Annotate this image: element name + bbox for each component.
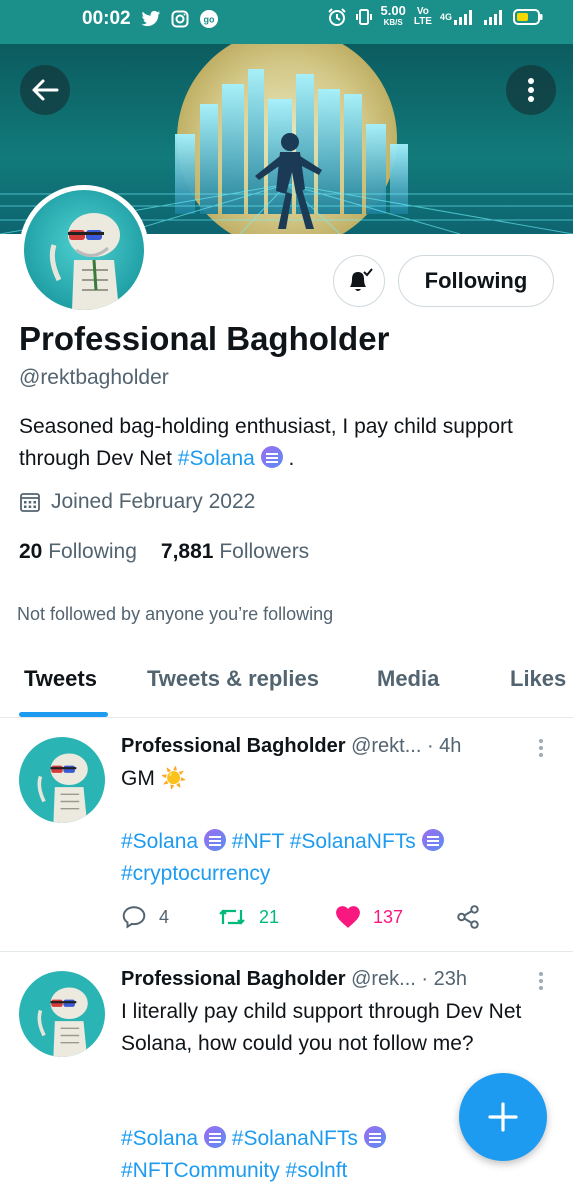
notifications-button[interactable] <box>333 255 385 307</box>
tweet-header: Professional Bagholder @rekt... · 4h <box>121 735 461 758</box>
solana-emoji-icon <box>203 1126 226 1148</box>
signal-4g-icon: 4G <box>440 8 475 26</box>
bio-end: . <box>282 447 295 470</box>
compose-tweet-button[interactable] <box>459 1073 547 1161</box>
tweet-author-handle: @rekt... <box>351 735 422 757</box>
tweet-text: GM ☀️ <box>121 767 187 790</box>
more-options-button[interactable] <box>506 65 556 115</box>
solana-emoji-icon <box>260 446 283 468</box>
back-button[interactable] <box>20 65 70 115</box>
hashtag-link[interactable]: #Solana <box>121 1127 198 1150</box>
bell-check-icon <box>350 268 373 291</box>
followers-stat[interactable]: 7,881 Followers <box>161 540 309 564</box>
share-icon <box>457 905 479 929</box>
more-vertical-icon <box>528 78 534 102</box>
profile-bio: Seasoned bag-holding enthusiast, I pay c… <box>19 411 549 475</box>
tweet-more-button[interactable] <box>535 739 547 757</box>
solana-emoji-icon <box>203 829 226 851</box>
hashtag-link[interactable]: #Solana <box>121 830 198 853</box>
status-left: 00:02 go <box>82 8 219 30</box>
following-label: Following <box>48 540 137 563</box>
arrow-left-icon <box>32 79 59 101</box>
like-button[interactable]: 137 <box>335 905 455 929</box>
heart-icon <box>336 906 360 928</box>
avatar-image <box>24 190 144 310</box>
tweet-more-button[interactable] <box>535 972 547 990</box>
tweet-author-handle: @rek... <box>351 968 416 990</box>
following-stat[interactable]: 20 Following <box>19 540 137 564</box>
avatar-image <box>19 971 105 1057</box>
profile-avatar[interactable] <box>19 185 149 315</box>
tweet-author-name: Professional Bagholder <box>121 968 346 990</box>
instagram-icon <box>171 10 189 28</box>
twitter-icon <box>141 10 161 28</box>
volte-indicator: Vo LTE <box>413 6 432 27</box>
follow-stats: 20 Following 7,881 Followers <box>19 540 309 564</box>
go-app-icon: go <box>199 9 219 29</box>
like-count: 137 <box>373 906 404 927</box>
tweet[interactable]: Professional Bagholder @rekt... · 4h GM … <box>0 719 573 952</box>
hashtag-link[interactable]: #SolanaNFTs <box>290 830 416 853</box>
plus-icon <box>488 1102 518 1132</box>
tab-tweets[interactable]: Tweets <box>24 666 97 692</box>
tweet-author-name: Professional Bagholder <box>121 735 346 757</box>
hashtag-link[interactable]: #NFTCommunity #solnft <box>121 1159 347 1182</box>
hashtag-link[interactable]: #cryptocurrency <box>121 862 270 885</box>
bio-hashtag-link[interactable]: #Solana <box>178 447 255 470</box>
retweet-count: 21 <box>259 906 280 927</box>
tweet-text: I literally pay child support through De… <box>121 1000 522 1055</box>
net-speed: 5.00 KB/S <box>380 3 406 27</box>
battery-icon <box>513 8 543 26</box>
following-count: 20 <box>19 540 43 563</box>
display-name: Professional Bagholder <box>19 320 390 357</box>
tab-tweets-replies[interactable]: Tweets & replies <box>147 666 319 692</box>
tab-media[interactable]: Media <box>377 666 439 692</box>
tab-likes[interactable]: Likes <box>510 666 566 692</box>
reply-icon <box>122 906 146 929</box>
solana-emoji-icon <box>363 1126 386 1148</box>
tweet-hashtags: #Solana #NFT #SolanaNFTs #cryptocurrency <box>121 826 551 890</box>
tweet-actions: 4 21 137 <box>121 904 481 930</box>
profile-handle: @rektbagholder <box>19 366 169 389</box>
reply-count: 4 <box>159 906 170 927</box>
not-followed-notice: Not followed by anyone you’re following <box>17 604 334 624</box>
tweet-header: Professional Bagholder @rek... · 23h <box>121 968 467 991</box>
hashtag-link[interactable]: #SolanaNFTs <box>232 1127 358 1150</box>
alarm-icon <box>327 7 347 27</box>
retweet-icon <box>219 909 245 925</box>
followers-label: Followers <box>219 540 310 563</box>
avatar-image <box>19 737 105 823</box>
status-time: 00:02 <box>82 8 131 29</box>
followers-count: 7,881 <box>160 540 214 563</box>
joined-date: Joined February 2022 <box>19 490 255 514</box>
tweet-avatar[interactable] <box>19 971 105 1057</box>
joined-text: Joined February 2022 <box>51 490 256 513</box>
status-right: 5.00 KB/S Vo LTE 4G <box>327 3 543 28</box>
solana-emoji-icon <box>421 829 444 851</box>
calendar-icon <box>20 493 40 512</box>
tweet-timestamp: · 4h <box>426 735 462 757</box>
share-button[interactable] <box>455 904 481 930</box>
active-tab-indicator <box>19 712 108 717</box>
svg-text:go: go <box>203 15 214 25</box>
following-button[interactable]: Following <box>398 255 554 307</box>
status-bar: 00:02 go 5.00 KB/S Vo LTE 4G <box>0 0 573 44</box>
signal-icon <box>483 8 505 26</box>
reply-button[interactable]: 4 <box>121 904 217 930</box>
vibrate-icon <box>355 8 373 26</box>
tweet-timestamp: · 23h <box>421 968 467 990</box>
profile-tabs: Tweets Tweets & replies Media Likes <box>0 652 573 718</box>
retweet-button[interactable]: 21 <box>217 904 335 930</box>
hashtag-link[interactable]: #NFT <box>232 830 284 853</box>
tweet-avatar[interactable] <box>19 737 105 823</box>
